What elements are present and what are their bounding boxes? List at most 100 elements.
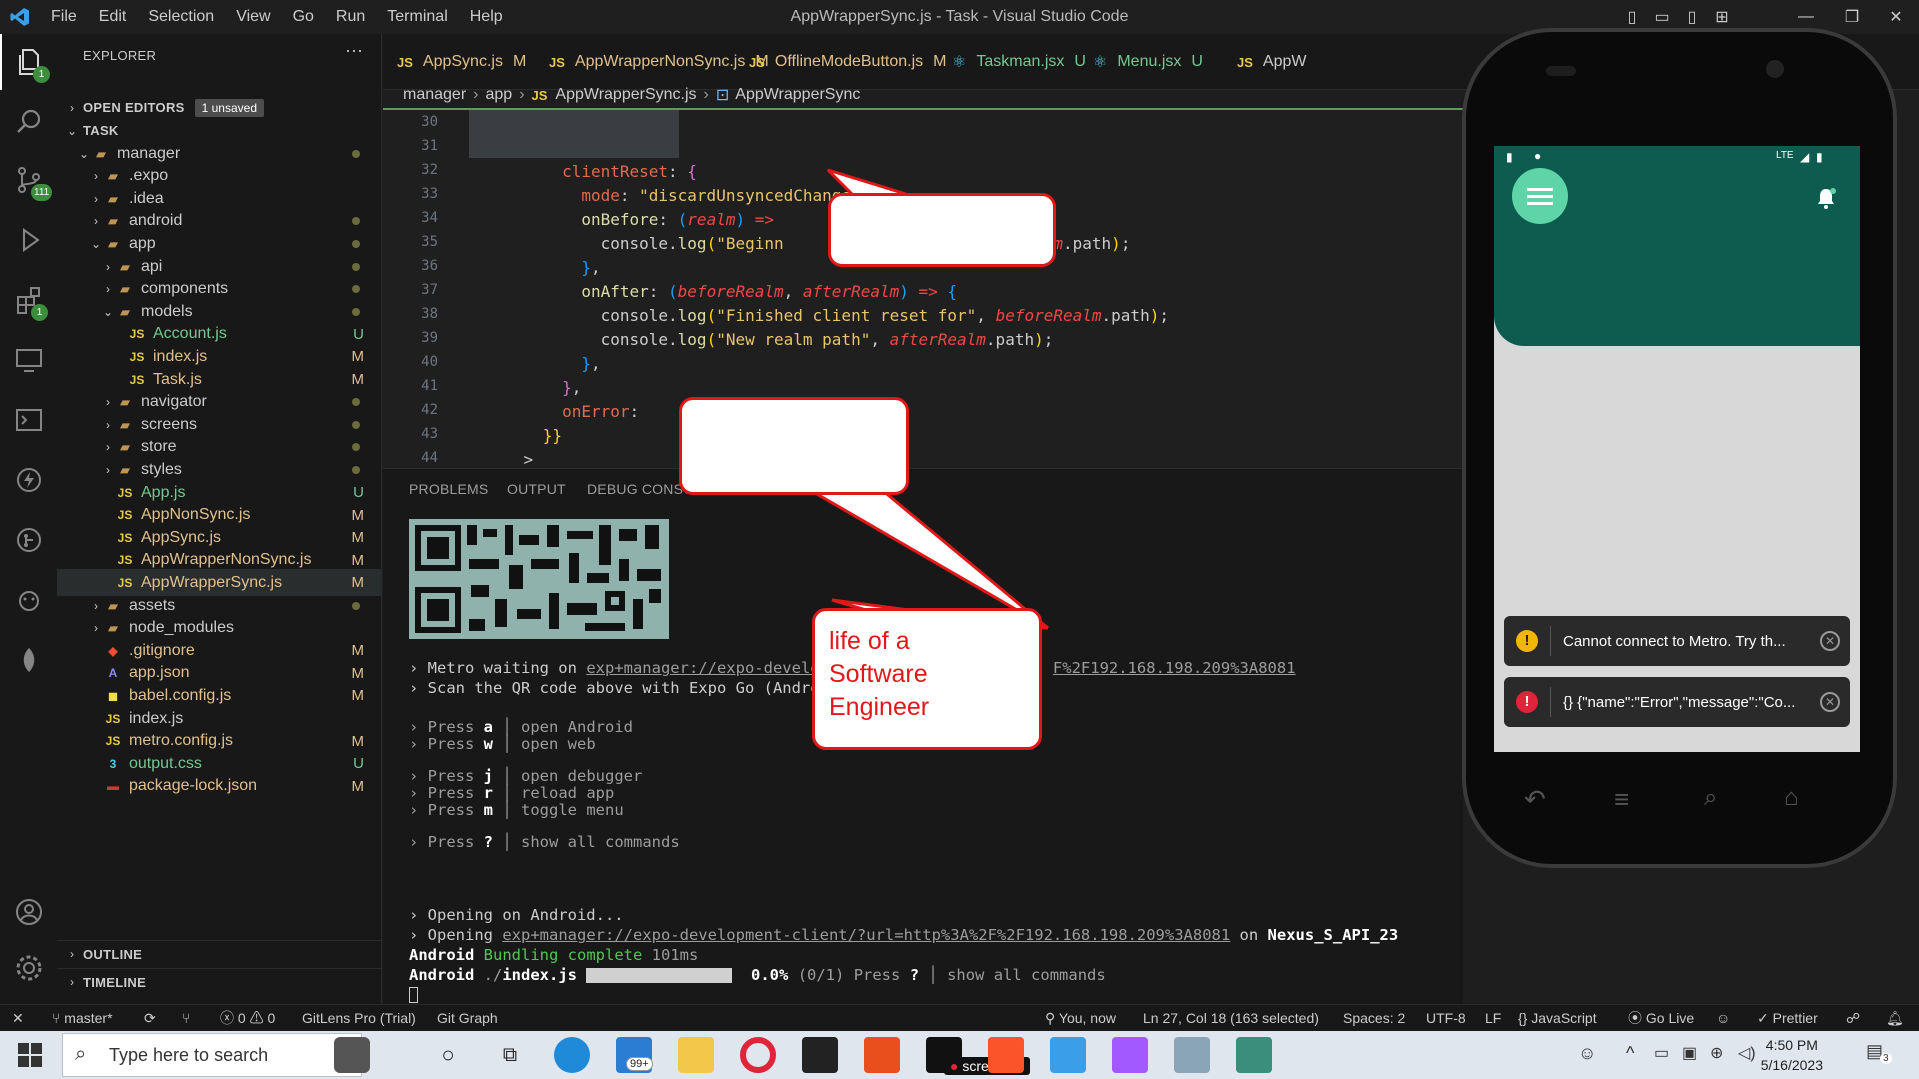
brave-icon[interactable] — [988, 1037, 1024, 1073]
css-file-icon: 3 — [109, 756, 117, 771]
task-view-icon[interactable]: ⧉ — [492, 1037, 528, 1073]
phone-screen[interactable]: ▮ ● LTE ◢ ▮ ! Cannot connect to Metro. T… — [1494, 146, 1860, 752]
gitlens-item[interactable]: GitLens Pro (Trial) — [302, 1005, 416, 1032]
breadcrumb-separator-icon: › — [519, 86, 525, 103]
breadcrumb-file[interactable]: AppWrapperSync.js — [555, 86, 696, 104]
blame-item[interactable]: ⚲ You, now — [1045, 1005, 1116, 1032]
windows-start-icon[interactable] — [18, 1043, 42, 1067]
breadcrumb-app[interactable]: app — [485, 86, 512, 104]
gitlens-icon[interactable] — [0, 512, 57, 568]
battery-tray-icon[interactable]: ▭ — [1654, 1043, 1669, 1063]
close-icon[interactable]: ✕ — [1820, 692, 1840, 712]
menu-file[interactable]: File — [40, 0, 88, 34]
tree-item[interactable]: ▬ package-lock.json M — [57, 773, 382, 800]
people-icon[interactable]: ☺ — [1578, 1043, 1596, 1064]
press-word: › Press — [409, 767, 475, 785]
thunder-client-icon[interactable] — [0, 452, 57, 508]
close-icon[interactable]: ✕ — [1820, 631, 1840, 651]
menu-run[interactable]: Run — [325, 0, 376, 34]
prettier-item[interactable]: ✓ Prettier — [1757, 1005, 1818, 1032]
sync-icon[interactable]: ⟳ — [144, 1005, 156, 1032]
toast-error[interactable]: ! {} {"name":"Error","message":"Co... ✕ — [1504, 677, 1850, 727]
cursor-position[interactable]: Ln 27, Col 18 (163 selected) — [1143, 1005, 1319, 1032]
gitgraph-item[interactable]: Git Graph — [437, 1005, 498, 1032]
photos-icon[interactable] — [1174, 1037, 1210, 1073]
copilot-icon[interactable]: ☺ — [1716, 1005, 1730, 1032]
office-icon[interactable] — [864, 1037, 900, 1073]
clock-time: 4:50 PM — [1765, 1037, 1818, 1053]
chevron-right-icon: › — [70, 100, 74, 115]
problems-item[interactable]: ⓧ 0 ⚠ 0 — [220, 1005, 275, 1032]
scm-badge: 111 — [31, 184, 53, 201]
menu-nav-icon[interactable]: ≡ — [1614, 784, 1629, 815]
folder-file-icon: ▰ — [108, 191, 118, 206]
action-center-icon[interactable]: ▤ 3 — [1866, 1041, 1894, 1069]
menu-help[interactable]: Help — [459, 0, 514, 34]
tab-problems[interactable]: PROBLEMS — [409, 481, 488, 497]
folder-file-icon: ▰ — [120, 395, 130, 410]
file-explorer-icon[interactable] — [678, 1037, 714, 1073]
vscode-taskbar-icon[interactable] — [1050, 1037, 1086, 1073]
eol-item[interactable]: LF — [1485, 1005, 1501, 1032]
indentation-item[interactable]: Spaces: 2 — [1343, 1005, 1405, 1032]
tab-output[interactable]: OUTPUT — [507, 481, 566, 497]
breadcrumb-symbol[interactable]: AppWrapperSync — [735, 86, 860, 104]
accounts-icon[interactable] — [0, 884, 57, 940]
metro-url-link[interactable]: exp+manager://expo-develop — [586, 659, 829, 677]
terminal-icon[interactable] — [0, 392, 57, 448]
menu-go[interactable]: Go — [282, 0, 325, 34]
cmd-icon[interactable] — [802, 1037, 838, 1073]
home-nav-icon[interactable]: ⌂ — [1784, 784, 1799, 812]
display-tray-icon[interactable]: ▣ — [1682, 1043, 1697, 1063]
breadcrumb-manager[interactable]: manager — [403, 86, 466, 104]
menu-edit[interactable]: Edit — [88, 0, 138, 34]
emulator-icon[interactable] — [1236, 1037, 1272, 1073]
camera-app-icon[interactable] — [334, 1037, 370, 1073]
remote-icon[interactable]: ✕ — [12, 1005, 24, 1032]
search-nav-icon[interactable]: ⌕ — [1704, 784, 1717, 812]
golive-item[interactable]: ⦿ Go Live — [1628, 1005, 1694, 1032]
explorer-icon[interactable]: 1 — [0, 34, 57, 90]
extensions-icon[interactable]: 1 — [0, 272, 57, 328]
back-nav-icon[interactable]: ↶ — [1524, 784, 1546, 815]
language-item[interactable]: {} JavaScript — [1518, 1005, 1597, 1032]
run-debug-icon[interactable] — [0, 212, 57, 268]
toast-warning[interactable]: ! Cannot connect to Metro. Try th... ✕ — [1504, 616, 1850, 666]
encoding-item[interactable]: UTF-8 — [1426, 1005, 1466, 1032]
figma-icon[interactable] — [1112, 1037, 1148, 1073]
menu-terminal[interactable]: Terminal — [376, 0, 458, 34]
settings-gear-icon[interactable] — [0, 940, 57, 996]
search-icon[interactable] — [0, 94, 57, 150]
git-graph-icon[interactable]: ⑂ — [182, 1005, 190, 1032]
maximize-icon[interactable]: ❐ — [1829, 0, 1875, 34]
taskbar-clock[interactable]: 4:50 PM 5/16/2023 — [1761, 1035, 1823, 1075]
opera-icon[interactable] — [740, 1037, 776, 1073]
branch-item[interactable]: ⑂ master* — [52, 1005, 113, 1032]
edge-icon[interactable] — [554, 1037, 590, 1073]
more-actions-icon[interactable]: ··· — [345, 40, 363, 61]
golive-text: Go Live — [1645, 1010, 1695, 1026]
outline-section[interactable]: › OUTLINE — [57, 940, 382, 967]
gitgraph-icon[interactable] — [0, 572, 57, 628]
dev-client-url-link[interactable]: exp+manager://expo-development-client/?u… — [502, 926, 1230, 944]
bell-icon[interactable] — [1814, 186, 1838, 210]
code-editor[interactable]: 30 31 32 33 34 35 36 37 38 39 40 41 42 43 44 clientRes… — [383, 108, 1463, 468]
volume-icon[interactable]: ◁) — [1738, 1043, 1756, 1063]
mongodb-icon[interactable] — [0, 632, 57, 688]
feedback-icon[interactable]: ☍ — [1846, 1005, 1860, 1032]
menu-selection[interactable]: Selection — [137, 0, 225, 34]
taskbar-search-input[interactable]: ⌕ Type here to search — [62, 1033, 362, 1077]
chevron-up-icon[interactable]: ^ — [1626, 1043, 1634, 1064]
notifications-icon[interactable]: 🔔︎ — [1886, 1005, 1904, 1032]
line-number: 34 — [421, 210, 438, 226]
network-globe-icon[interactable]: ⊕ — [1710, 1043, 1723, 1063]
remote-explorer-icon[interactable] — [0, 332, 57, 388]
mail-icon[interactable]: 99+ — [616, 1037, 653, 1073]
close-window-icon[interactable]: ✕ — [1873, 0, 1919, 34]
timeline-section[interactable]: › TIMELINE — [57, 968, 382, 995]
cortana-icon[interactable]: ○ — [430, 1037, 466, 1073]
source-control-icon[interactable]: 111 — [0, 152, 57, 208]
menu-fab-button[interactable] — [1512, 168, 1568, 224]
menu-view[interactable]: View — [225, 0, 281, 34]
tab-label: Menu.jsx — [1117, 53, 1182, 70]
